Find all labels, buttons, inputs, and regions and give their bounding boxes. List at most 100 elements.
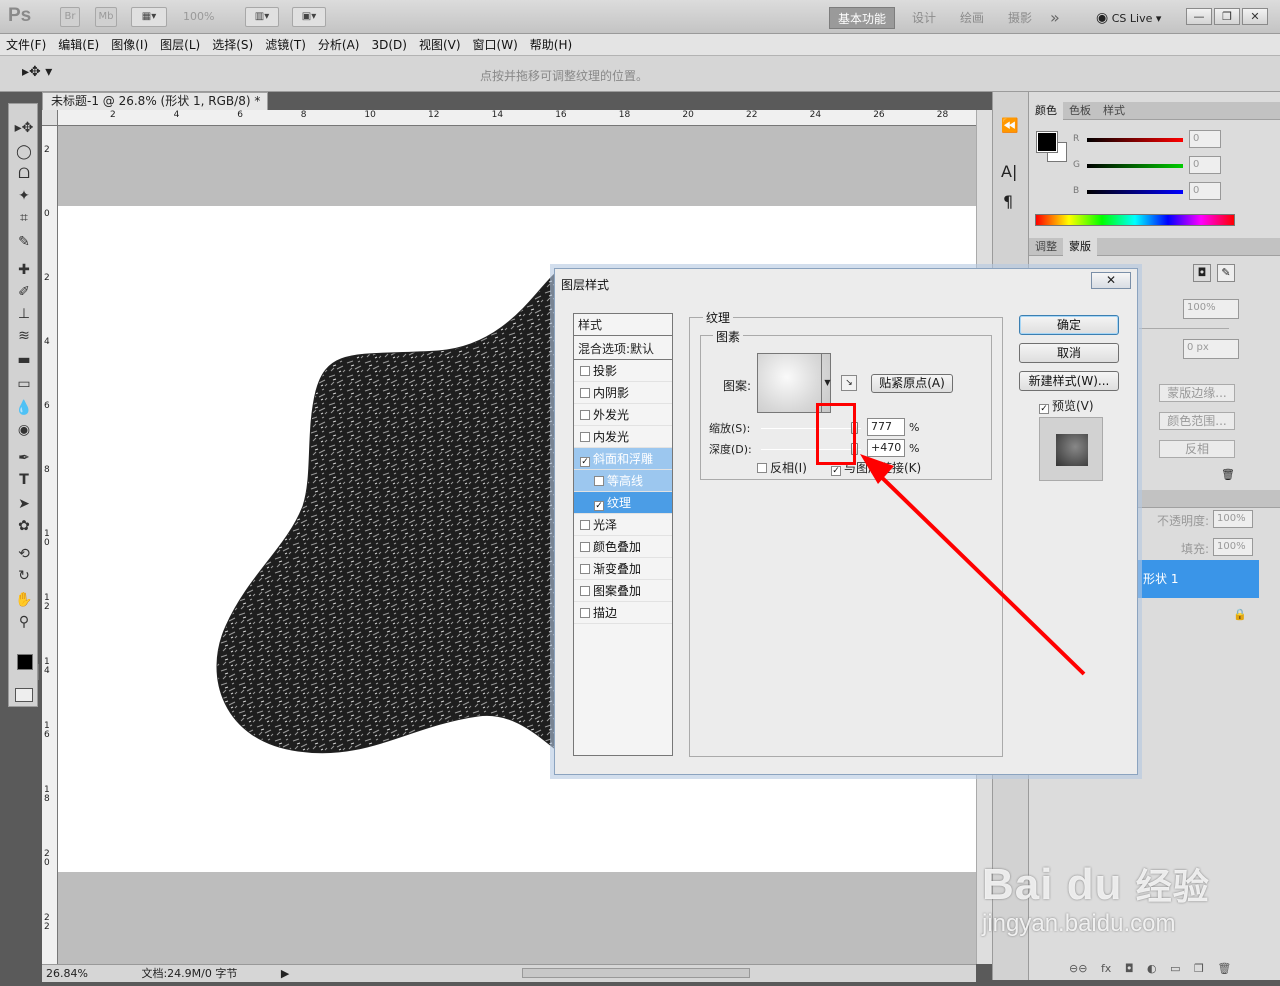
checkbox[interactable] bbox=[580, 586, 590, 596]
mask-edge-button[interactable]: 蒙版边缘... bbox=[1159, 384, 1235, 402]
style-item-texture[interactable]: ✓ 纹理 bbox=[574, 492, 672, 514]
move-tool-icon[interactable]: ▸✥ bbox=[13, 118, 35, 138]
r-slider[interactable] bbox=[1087, 138, 1183, 142]
new-preset-icon[interactable]: ↘ bbox=[841, 375, 857, 391]
workspace-photo[interactable]: 摄影 bbox=[1008, 7, 1032, 29]
preview-checkbox[interactable]: ✓ 预览(V) bbox=[1039, 397, 1094, 414]
menu-file[interactable]: 文件(F) bbox=[0, 34, 52, 56]
layer-row-selected[interactable]: 形状 1 bbox=[1137, 560, 1259, 598]
group-icon[interactable]: ▭ bbox=[1170, 962, 1180, 975]
mask-density[interactable]: 100% bbox=[1183, 299, 1239, 319]
scale-input[interactable]: 777 bbox=[867, 418, 905, 436]
menu-3d[interactable]: 3D(D) bbox=[365, 34, 412, 56]
ruler-origin[interactable] bbox=[42, 110, 58, 126]
close-window-button[interactable]: ✕ bbox=[1242, 8, 1268, 25]
workspace-design[interactable]: 设计 bbox=[912, 7, 936, 29]
move-tool-preset-icon[interactable]: ▸✥ ▾ bbox=[22, 64, 52, 80]
adjustment-layer-icon[interactable]: ◐ bbox=[1147, 962, 1157, 975]
vector-mask-icon[interactable]: ✎ bbox=[1217, 264, 1235, 282]
style-item-contour[interactable]: 等高线 bbox=[574, 470, 672, 492]
link-layers-icon[interactable]: ⊖⊖ bbox=[1069, 962, 1087, 975]
density-slider[interactable] bbox=[1139, 328, 1229, 329]
style-item-gradient-overlay[interactable]: 渐变叠加 bbox=[574, 558, 672, 580]
style-item-color-overlay[interactable]: 颜色叠加 bbox=[574, 536, 672, 558]
foreground-color-swatch[interactable] bbox=[17, 654, 33, 670]
path-selection-tool-icon[interactable]: ➤ bbox=[13, 494, 35, 514]
lasso-tool-icon[interactable]: ᗝ bbox=[13, 164, 35, 184]
opacity-value[interactable]: 100% bbox=[1213, 510, 1253, 528]
horizontal-scrollbar[interactable] bbox=[522, 968, 750, 978]
minimize-button[interactable]: — bbox=[1186, 8, 1212, 25]
color-spectrum[interactable] bbox=[1035, 214, 1235, 226]
menu-edit[interactable]: 编辑(E) bbox=[52, 34, 105, 56]
checkbox[interactable] bbox=[580, 608, 590, 618]
tab-color[interactable]: 颜色 bbox=[1029, 102, 1063, 120]
style-item-pattern-overlay[interactable]: 图案叠加 bbox=[574, 580, 672, 602]
menu-select[interactable]: 选择(S) bbox=[206, 34, 259, 56]
status-menu-arrow-icon[interactable]: ▶ bbox=[281, 967, 289, 980]
checkbox[interactable] bbox=[594, 476, 604, 486]
hand-tool-icon[interactable]: ✋ bbox=[13, 590, 35, 610]
cancel-button[interactable]: 取消 bbox=[1019, 343, 1119, 363]
g-value[interactable]: 0 bbox=[1189, 156, 1221, 174]
screen-mode-button[interactable]: ▣▾ bbox=[292, 7, 326, 27]
menu-filter[interactable]: 滤镜(T) bbox=[259, 34, 312, 56]
eyedropper-tool-icon[interactable]: ✎ bbox=[13, 232, 35, 252]
add-mask-icon[interactable]: ◘ bbox=[1125, 962, 1134, 975]
style-item-inner-shadow[interactable]: 内阴影 bbox=[574, 382, 672, 404]
history-panel-icon[interactable]: ⏪ bbox=[1001, 118, 1018, 134]
workspace-paint[interactable]: 绘画 bbox=[960, 7, 984, 29]
style-item-outer-glow[interactable]: 外发光 bbox=[574, 404, 672, 426]
new-layer-icon[interactable]: ❒ bbox=[1194, 962, 1204, 975]
mask-feather[interactable]: 0 px bbox=[1183, 339, 1239, 359]
color-fg-swatch[interactable] bbox=[1036, 131, 1058, 153]
paragraph-panel-icon[interactable]: ¶ bbox=[1003, 192, 1013, 211]
tab-adjustments[interactable]: 调整 bbox=[1029, 238, 1063, 256]
tab-styles[interactable]: 样式 bbox=[1097, 102, 1131, 120]
eraser-tool-icon[interactable]: ▬ bbox=[13, 350, 35, 370]
gradient-tool-icon[interactable]: ▭ bbox=[13, 374, 35, 394]
checkbox[interactable] bbox=[580, 432, 590, 442]
fx-icon[interactable]: fx bbox=[1101, 962, 1111, 975]
checkbox[interactable] bbox=[580, 564, 590, 574]
delete-layer-icon[interactable]: 🗑 bbox=[1217, 962, 1231, 975]
style-item-inner-glow[interactable]: 内发光 bbox=[574, 426, 672, 448]
checkbox-checked[interactable]: ✓ bbox=[580, 457, 590, 467]
dialog-close-button[interactable]: ✕ bbox=[1091, 272, 1131, 289]
minibridge-button[interactable]: Mb bbox=[95, 7, 117, 27]
zoom-level[interactable]: 100% bbox=[183, 10, 214, 23]
menu-window[interactable]: 窗口(W) bbox=[467, 34, 524, 56]
brush-tool-icon[interactable]: ✐ bbox=[13, 282, 35, 302]
pen-tool-icon[interactable]: ✒ bbox=[13, 448, 35, 468]
checkbox-checked[interactable]: ✓ bbox=[831, 466, 841, 476]
tab-swatches[interactable]: 色板 bbox=[1063, 102, 1097, 120]
history-brush-tool-icon[interactable]: ≋ bbox=[13, 326, 35, 346]
restore-button[interactable]: ❐ bbox=[1214, 8, 1240, 25]
character-panel-icon[interactable]: A| bbox=[1001, 162, 1017, 181]
pixel-mask-icon[interactable]: ◘ bbox=[1193, 264, 1211, 282]
menu-layer[interactable]: 图层(L) bbox=[154, 34, 206, 56]
3d-orbit-tool-icon[interactable]: ↻ bbox=[13, 566, 35, 586]
document-tab[interactable]: 未标题-1 @ 26.8% (形状 1, RGB/8) * ✕ bbox=[42, 92, 268, 126]
view-extras-button[interactable]: ▦▾ bbox=[131, 7, 167, 27]
style-item-stroke[interactable]: 描边 bbox=[574, 602, 672, 624]
checkbox[interactable] bbox=[580, 542, 590, 552]
r-value[interactable]: 0 bbox=[1189, 130, 1221, 148]
textured-shape[interactable] bbox=[58, 206, 558, 756]
snap-origin-button[interactable]: 贴紧原点(A) bbox=[871, 374, 953, 393]
new-style-button[interactable]: 新建样式(W)... bbox=[1019, 371, 1119, 391]
blur-tool-icon[interactable]: 💧 bbox=[13, 398, 35, 418]
menu-image[interactable]: 图像(I) bbox=[105, 34, 154, 56]
menu-analysis[interactable]: 分析(A) bbox=[312, 34, 366, 56]
styles-header[interactable]: 样式 bbox=[574, 314, 672, 336]
dodge-tool-icon[interactable]: ◉ bbox=[13, 420, 35, 440]
blending-options-item[interactable]: 混合选项:默认 bbox=[574, 338, 672, 360]
zoom-tool-icon[interactable]: ⚲ bbox=[13, 612, 35, 632]
tab-masks[interactable]: 蒙版 bbox=[1063, 238, 1097, 256]
style-item-satin[interactable]: 光泽 bbox=[574, 514, 672, 536]
custom-shape-tool-icon[interactable]: ✿ bbox=[13, 516, 35, 536]
workspace-basic[interactable]: 基本功能 bbox=[829, 7, 895, 29]
color-range-button[interactable]: 颜色范围... bbox=[1159, 412, 1235, 430]
checkbox[interactable] bbox=[580, 520, 590, 530]
marquee-tool-icon[interactable]: ◯ bbox=[13, 142, 35, 162]
